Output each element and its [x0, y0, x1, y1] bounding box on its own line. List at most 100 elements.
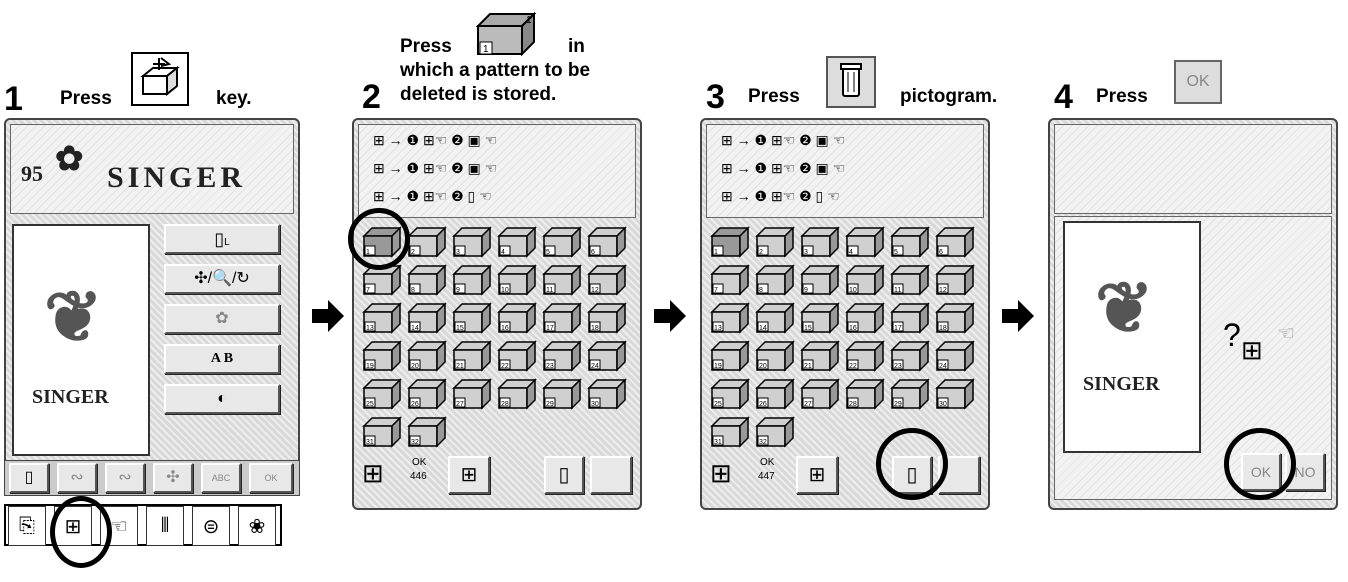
- storage-box-30[interactable]: 30: [587, 376, 627, 410]
- storage-box-8[interactable]: 8: [407, 262, 447, 296]
- storage-box-32[interactable]: 32: [755, 414, 795, 448]
- legend-area: ⊞ → ❶ ⊞☜ ❷ ▣ ☜ ⊞ → ❶ ⊞☜ ❷ ▣ ☜ ⊞ → ❶ ⊞☜ ❷…: [706, 124, 984, 218]
- storage-box-29[interactable]: 29: [542, 376, 582, 410]
- spacing-button[interactable]: A B: [164, 344, 280, 374]
- storage-box-16[interactable]: 16: [845, 300, 885, 334]
- storage-box-22[interactable]: 22: [845, 338, 885, 372]
- storage-box-17[interactable]: 17: [542, 300, 582, 334]
- svg-text:32: 32: [411, 439, 419, 446]
- storage-box-11[interactable]: 11: [890, 262, 930, 296]
- storage-button[interactable]: ⊞: [448, 456, 490, 494]
- bobbin-icon[interactable]: ⊜: [192, 506, 230, 546]
- ok-sew-button[interactable]: OK: [249, 463, 293, 493]
- storage-box-9[interactable]: 9: [452, 262, 492, 296]
- svg-text:15: 15: [456, 325, 464, 332]
- storage-box-23[interactable]: 23: [542, 338, 582, 372]
- storage-box-12[interactable]: 12: [587, 262, 627, 296]
- flower-box-icon[interactable]: ❀: [238, 506, 276, 546]
- storage-box-3[interactable]: 3: [452, 224, 492, 258]
- delete-button[interactable]: ▯: [544, 456, 584, 494]
- storage-box-30[interactable]: 30: [935, 376, 975, 410]
- svg-text:30: 30: [939, 401, 947, 408]
- storage-box-31[interactable]: 31: [710, 414, 750, 448]
- screen-1-keys: ⎘ ⊞ ☜ ⦀ ⊜ ❀: [4, 504, 282, 546]
- storage-box-17[interactable]: 17: [890, 300, 930, 334]
- svg-text:19: 19: [366, 363, 374, 370]
- storage-box-5[interactable]: 5: [890, 224, 930, 258]
- question-mark: ?: [1223, 317, 1241, 353]
- stitch-button[interactable]: ∾: [57, 463, 97, 493]
- storage-box-1[interactable]: 1: [710, 224, 750, 258]
- storage-box-24[interactable]: 24: [587, 338, 627, 372]
- blank-button[interactable]: [590, 456, 632, 494]
- storage-box-12[interactable]: 12: [935, 262, 975, 296]
- storage-box-19[interactable]: 19: [710, 338, 750, 372]
- storage-box-4[interactable]: 4: [497, 224, 537, 258]
- storage-box-9[interactable]: 9: [800, 262, 840, 296]
- storage-box-13[interactable]: 13: [362, 300, 402, 334]
- ok-label: OK: [760, 457, 775, 468]
- storage-box-8[interactable]: 8: [755, 262, 795, 296]
- storage-box-10[interactable]: 10: [845, 262, 885, 296]
- legend-row-1: ⊞ → ❶ ⊞☜ ❷ ▣ ☜: [721, 132, 846, 148]
- storage-box-25[interactable]: 25: [362, 376, 402, 410]
- storage-box-7[interactable]: 7: [710, 262, 750, 296]
- delete-button[interactable]: ▯: [9, 463, 49, 493]
- step-2-in: in: [568, 36, 585, 57]
- storage-box-4[interactable]: 4: [845, 224, 885, 258]
- storage-box-23[interactable]: 23: [890, 338, 930, 372]
- storage-box-10[interactable]: 10: [497, 262, 537, 296]
- svg-text:21: 21: [456, 363, 464, 370]
- storage-box-2[interactable]: 2: [407, 224, 447, 258]
- storage-box-13[interactable]: 13: [710, 300, 750, 334]
- storage-box-5[interactable]: 5: [542, 224, 582, 258]
- storage-box-31[interactable]: 31: [362, 414, 402, 448]
- thread-spool-icon[interactable]: ⦀: [146, 506, 184, 546]
- storage-button[interactable]: ⊞: [796, 456, 838, 494]
- trash-icon: [826, 56, 876, 108]
- storage-box-3[interactable]: 3: [800, 224, 840, 258]
- storage-box-24[interactable]: 24: [935, 338, 975, 372]
- flower-pattern-icon: ❦: [1095, 271, 1154, 348]
- storage-box-28[interactable]: 28: [845, 376, 885, 410]
- storage-box-25[interactable]: 25: [710, 376, 750, 410]
- screen-1: 95 ✿ SINGER ❦ SINGER ▯L ✣/🔍/↻ ✿ A B ◐: [4, 118, 300, 474]
- storage-box-14[interactable]: 14: [755, 300, 795, 334]
- stitch2-button[interactable]: ∾: [105, 463, 145, 493]
- move-button[interactable]: ✣: [153, 463, 193, 493]
- storage-box-27[interactable]: 27: [452, 376, 492, 410]
- storage-box-18[interactable]: 18: [935, 300, 975, 334]
- storage-box-18[interactable]: 18: [587, 300, 627, 334]
- move-zoom-rotate-button[interactable]: ✣/🔍/↻: [164, 264, 280, 294]
- storage-box-27[interactable]: 27: [800, 376, 840, 410]
- svg-text:28: 28: [849, 401, 857, 408]
- storage-box-22[interactable]: 22: [497, 338, 537, 372]
- storage-box-6[interactable]: 6: [587, 224, 627, 258]
- abc-button[interactable]: ABC: [201, 463, 241, 493]
- storage-box-6[interactable]: 6: [935, 224, 975, 258]
- resize-button[interactable]: ▯L: [164, 224, 280, 254]
- storage-box-26[interactable]: 26: [755, 376, 795, 410]
- storage-box-15[interactable]: 15: [452, 300, 492, 334]
- storage-box-15[interactable]: 15: [800, 300, 840, 334]
- storage-box-28[interactable]: 28: [497, 376, 537, 410]
- storage-box-20[interactable]: 20: [407, 338, 447, 372]
- svg-text:21: 21: [804, 363, 812, 370]
- svg-text:19: 19: [714, 363, 722, 370]
- storage-box-21[interactable]: 21: [452, 338, 492, 372]
- storage-box-20[interactable]: 20: [755, 338, 795, 372]
- storage-box-11[interactable]: 11: [542, 262, 582, 296]
- svg-text:11: 11: [546, 287, 553, 294]
- mirror-button[interactable]: ◐: [164, 384, 280, 414]
- storage-box-16[interactable]: 16: [497, 300, 537, 334]
- storage-box-32[interactable]: 32: [407, 414, 447, 448]
- storage-box-icon: ⊞: [710, 458, 732, 488]
- storage-box-19[interactable]: 19: [362, 338, 402, 372]
- storage-box-14[interactable]: 14: [407, 300, 447, 334]
- storage-box-2[interactable]: 2: [755, 224, 795, 258]
- pattern-button[interactable]: ✿: [164, 304, 280, 334]
- storage-box-26[interactable]: 26: [407, 376, 447, 410]
- load-key-icon[interactable]: ⎘: [8, 506, 46, 546]
- storage-box-29[interactable]: 29: [890, 376, 930, 410]
- storage-box-21[interactable]: 21: [800, 338, 840, 372]
